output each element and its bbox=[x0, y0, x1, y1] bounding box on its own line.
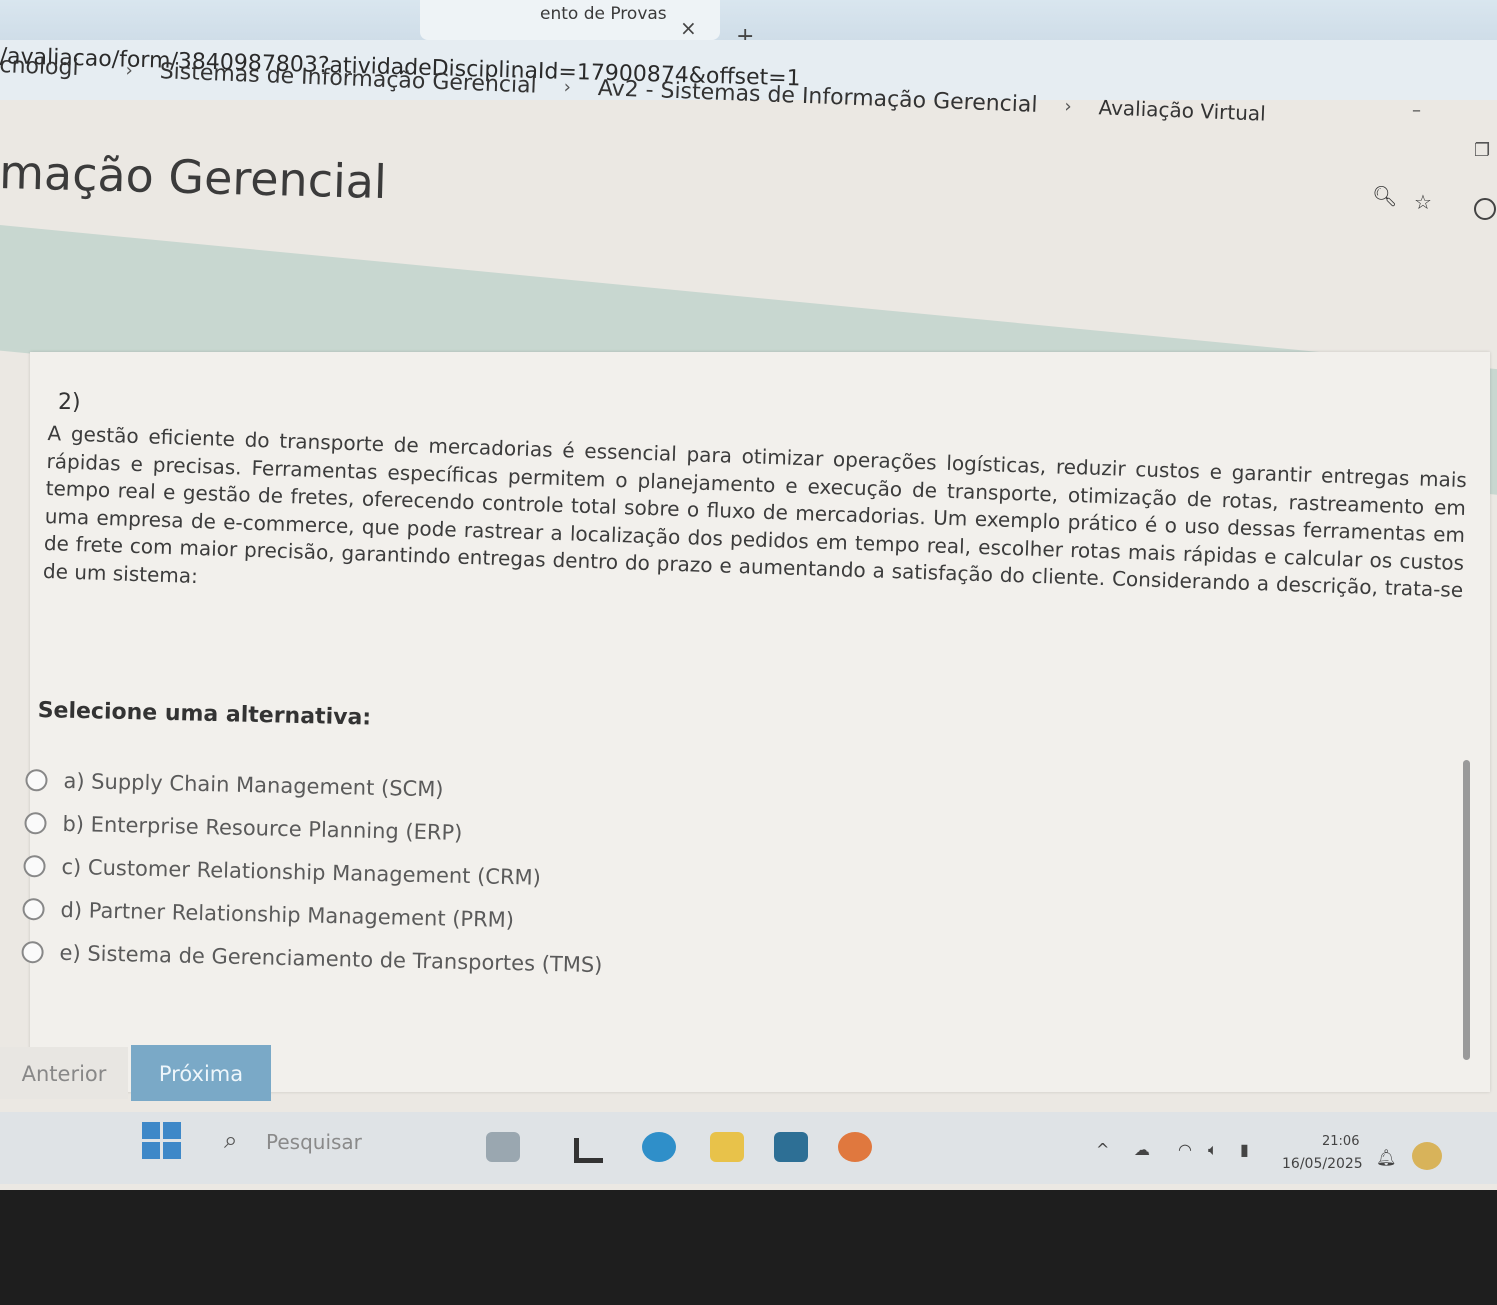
chevron-right-icon: › bbox=[563, 76, 572, 98]
chevron-up-icon[interactable]: ^ bbox=[1096, 1140, 1109, 1159]
battery-icon[interactable]: ▮ bbox=[1240, 1140, 1249, 1159]
minimize-icon[interactable]: – bbox=[1412, 100, 1421, 121]
breadcrumb-item-1[interactable]: cnologi bbox=[0, 52, 79, 80]
zoom-icon[interactable]: 🔍︎ bbox=[1372, 184, 1397, 208]
radio-button[interactable] bbox=[24, 811, 47, 834]
onedrive-icon[interactable]: ☁ bbox=[1134, 1140, 1150, 1159]
taskbar-search[interactable]: Pesquisar bbox=[266, 1130, 362, 1154]
option-label: e) Sistema de Gerenciamento de Transport… bbox=[59, 940, 603, 977]
option-label: b) Enterprise Resource Planning (ERP) bbox=[62, 811, 463, 845]
search-icon[interactable]: ⌕ bbox=[224, 1126, 237, 1154]
profile-icon[interactable] bbox=[1474, 198, 1496, 220]
next-button[interactable]: Próxima bbox=[131, 1045, 271, 1101]
task-view-icon[interactable] bbox=[574, 1138, 603, 1163]
edge-icon[interactable] bbox=[642, 1132, 676, 1162]
radio-button[interactable] bbox=[22, 897, 45, 920]
windows-start-icon[interactable] bbox=[142, 1122, 182, 1160]
question-number: 2) bbox=[58, 390, 81, 415]
answer-options: a) Supply Chain Management (SCM) b) Ente… bbox=[21, 758, 726, 989]
tab-close-icon[interactable]: × bbox=[680, 16, 697, 40]
clock-time[interactable]: 21:06 bbox=[1322, 1134, 1359, 1149]
tab-title: ento de Provas bbox=[540, 4, 667, 24]
file-explorer-icon[interactable] bbox=[710, 1132, 744, 1162]
browser-tabstrip: ento de Provas × + bbox=[0, 0, 1497, 49]
page-scrollbar[interactable] bbox=[1463, 760, 1470, 1060]
notification-bell-icon[interactable]: 🔔︎ bbox=[1376, 1148, 1396, 1167]
page-title: mação Gerencial bbox=[0, 145, 388, 210]
wifi-icon[interactable]: ◠ bbox=[1178, 1140, 1192, 1159]
store-icon[interactable] bbox=[774, 1132, 808, 1162]
star-icon[interactable]: ☆ bbox=[1414, 190, 1432, 214]
option-label: c) Customer Relationship Management (CRM… bbox=[61, 854, 542, 890]
chrome-icon[interactable] bbox=[838, 1132, 872, 1162]
weather-icon[interactable] bbox=[1412, 1142, 1442, 1170]
restore-icon[interactable]: ❐ bbox=[1474, 140, 1490, 161]
question-navigation: Anterior Próxima bbox=[0, 1045, 1497, 1101]
radio-button[interactable] bbox=[23, 854, 46, 877]
widgets-icon[interactable] bbox=[486, 1132, 520, 1162]
volume-icon[interactable]: 🔈︎ bbox=[1208, 1140, 1218, 1160]
breadcrumb-item-4: Avaliação Virtual bbox=[1098, 95, 1267, 126]
option-label: a) Supply Chain Management (SCM) bbox=[63, 768, 444, 801]
browser-tab[interactable]: ento de Provas × bbox=[420, 0, 720, 40]
radio-button[interactable] bbox=[21, 940, 44, 963]
radio-button[interactable] bbox=[25, 768, 48, 791]
chevron-right-icon: › bbox=[1064, 95, 1073, 117]
taskbar: ⌕ Pesquisar ^ ☁ ◠ 🔈︎ ▮ 21:06 16/05/2025 … bbox=[0, 1112, 1497, 1184]
chevron-right-icon: › bbox=[125, 59, 134, 81]
screen: ento de Provas × + /avaliacao/form/38409… bbox=[0, 0, 1497, 1190]
clock-date[interactable]: 16/05/2025 bbox=[1282, 1156, 1363, 1172]
previous-button[interactable]: Anterior bbox=[0, 1047, 128, 1099]
option-label: d) Partner Relationship Management (PRM) bbox=[60, 897, 515, 932]
